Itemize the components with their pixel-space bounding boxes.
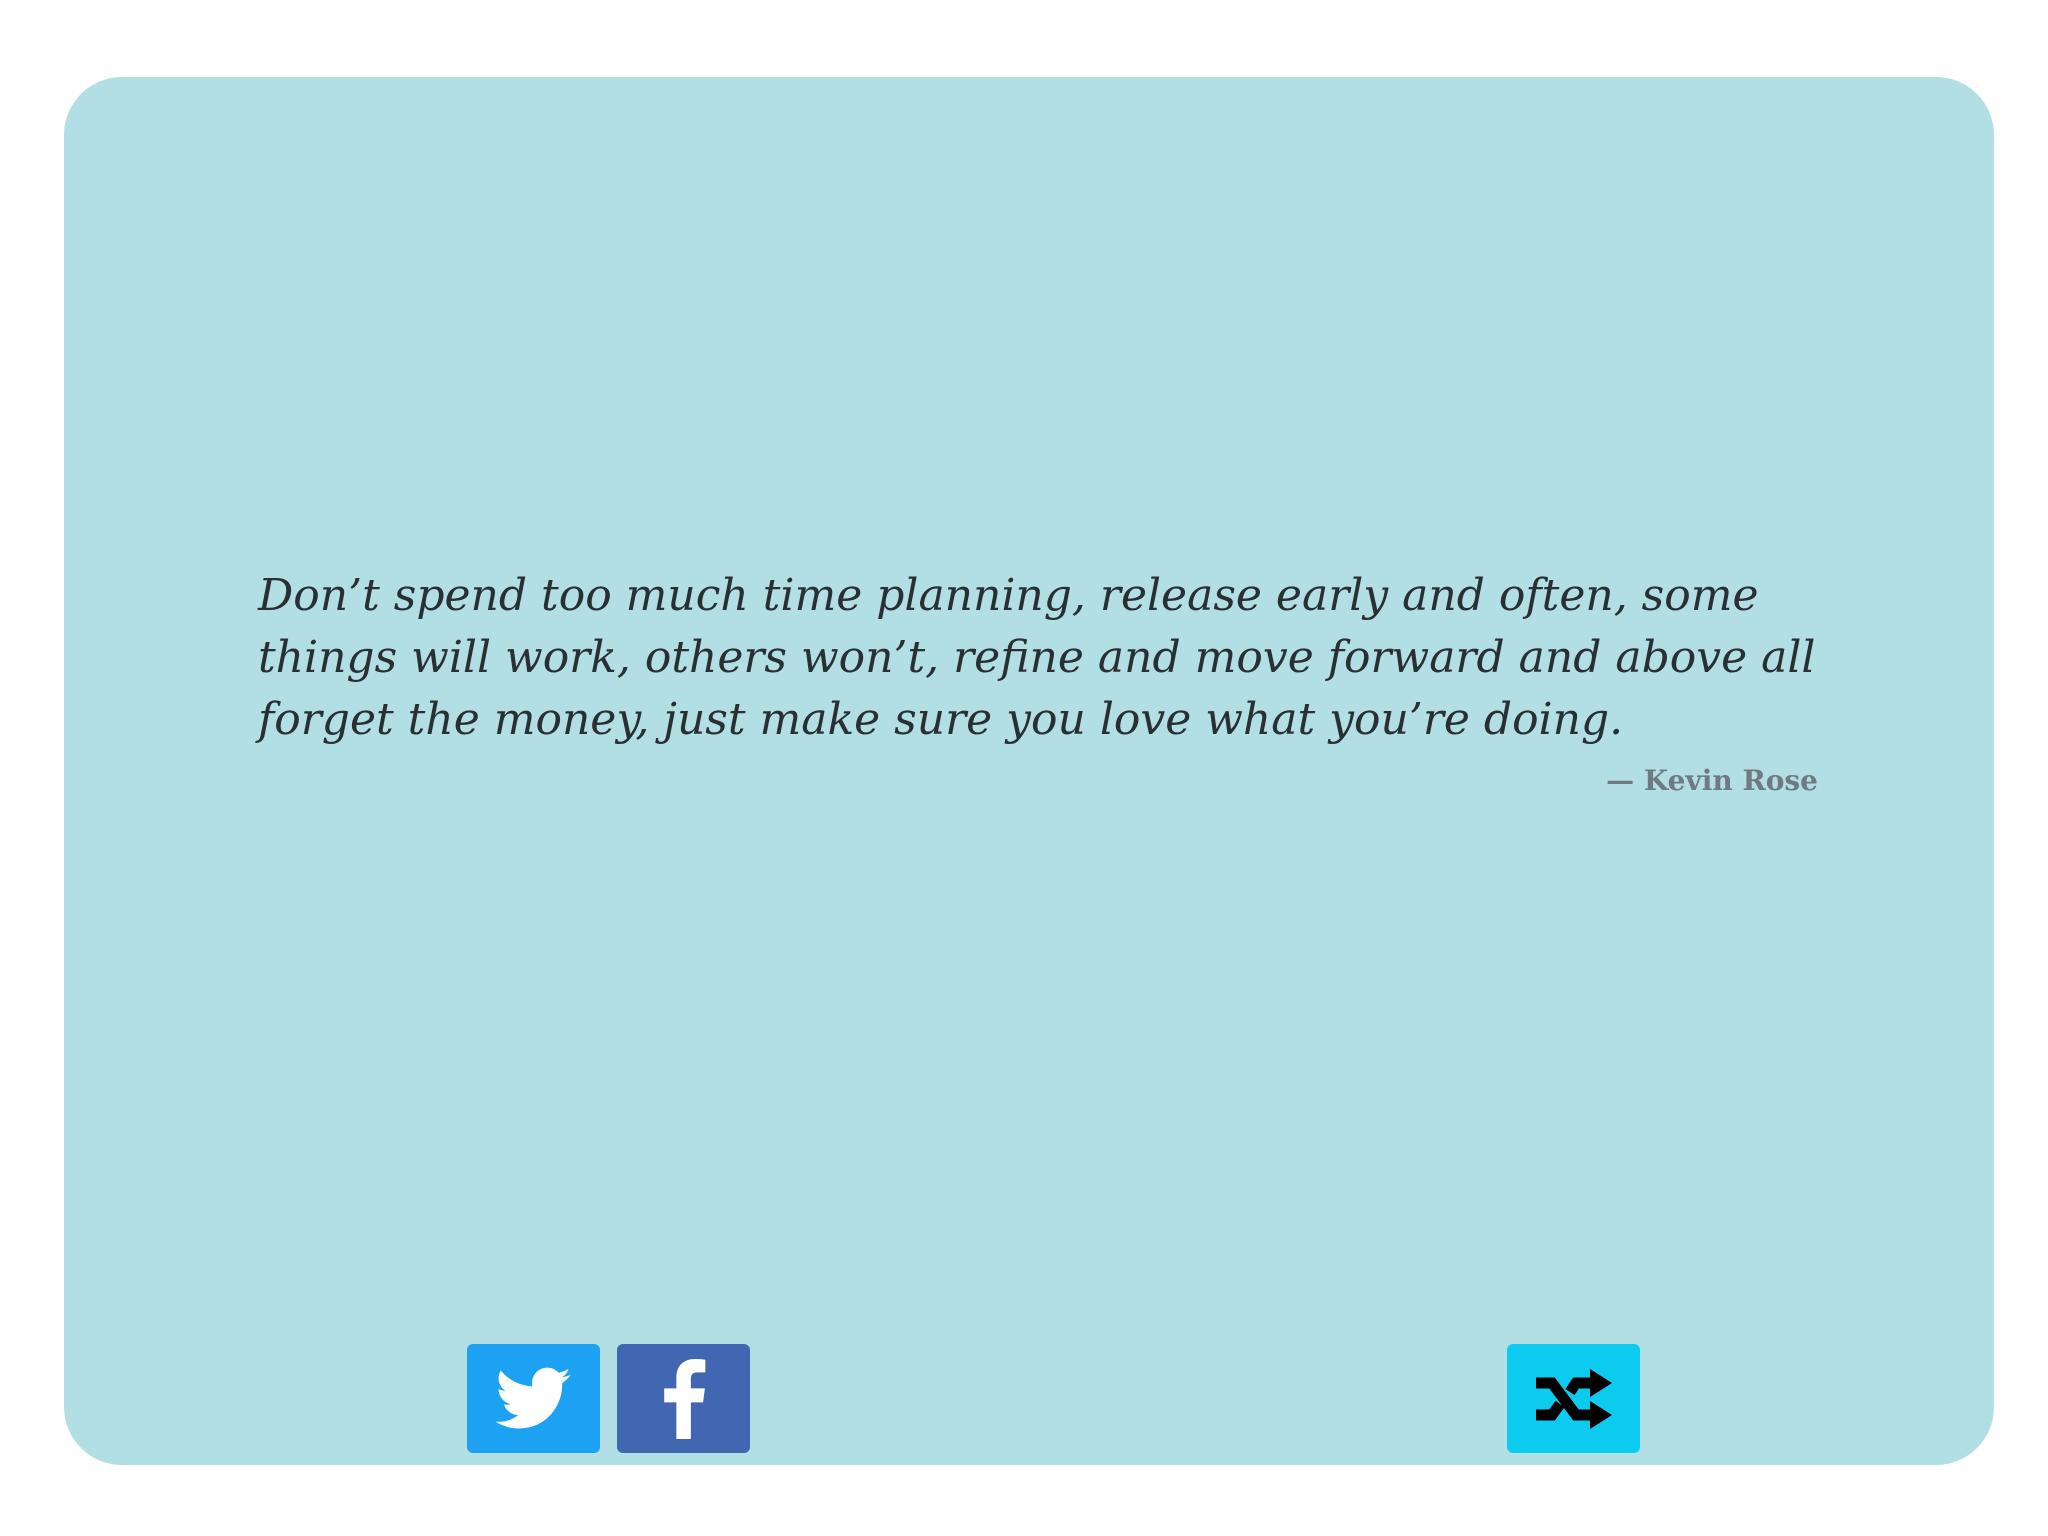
new-quote-button[interactable] bbox=[1507, 1344, 1640, 1453]
shuffle-icon bbox=[1532, 1363, 1616, 1435]
quote-card: Don’t spend too much time planning, rele… bbox=[64, 77, 1994, 1465]
quote-block: Don’t spend too much time planning, rele… bbox=[258, 565, 1818, 801]
twitter-bird-icon bbox=[495, 1367, 572, 1431]
quote-text: Don’t spend too much time planning, rele… bbox=[258, 570, 1816, 745]
tweet-button[interactable] bbox=[467, 1344, 600, 1453]
facebook-share-button[interactable] bbox=[617, 1344, 750, 1453]
quote-author: — Kevin Rose bbox=[1606, 764, 1818, 797]
facebook-f-icon bbox=[661, 1358, 707, 1439]
